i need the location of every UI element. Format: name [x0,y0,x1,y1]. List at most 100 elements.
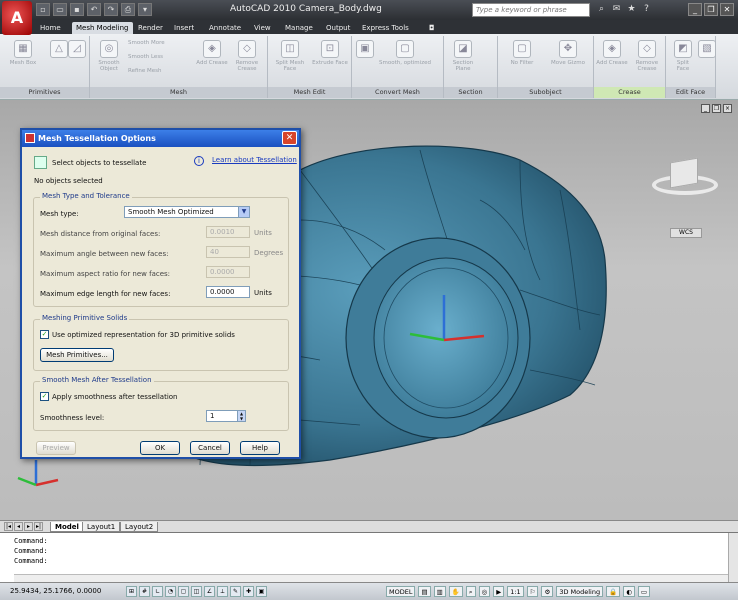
panel-title-subobject[interactable]: Subobject [498,87,593,98]
help-icon[interactable]: ? [641,4,652,15]
prev-tab-icon[interactable]: ◂ [14,522,23,531]
vp-minimize-icon[interactable]: _ [701,104,710,113]
section-plane-button[interactable]: ◪ Section Plane [446,40,480,72]
3d-osnap-icon[interactable]: ◫ [191,586,202,597]
next-tab-icon[interactable]: ▸ [24,522,33,531]
optimized-primitive-checkbox[interactable]: ✓ [40,330,49,339]
tab-express-tools[interactable]: Express Tools [358,22,413,34]
search-input[interactable]: Type a keyword or phrase [472,3,590,17]
mesh-wedge-button[interactable]: ◿ [68,40,86,60]
annotation-scale-dropdown[interactable]: 1:1 [507,586,524,597]
dialog-title-bar[interactable]: Mesh Tessellation Options ✕ [22,130,299,147]
dialog-close-icon[interactable]: ✕ [282,131,297,145]
learn-tessellation-link[interactable]: Learn about Tessellation [212,156,297,164]
help-button[interactable]: Help [240,441,280,455]
viewcube[interactable] [650,150,720,200]
tab-model[interactable]: Model [50,522,84,532]
workspace-switching-icon[interactable]: ⚙ [541,586,554,597]
aspect-field[interactable]: 0.0000 [206,266,250,278]
plot-icon[interactable]: ⎙ [121,3,135,16]
close-icon[interactable]: ✕ [720,3,734,16]
tab-layout2[interactable]: Layout2 [120,522,159,532]
tab-mesh-modeling[interactable]: Mesh Modeling [72,22,133,34]
edit-face-extra-button[interactable]: ▧ [698,40,716,60]
smoothness-stepper[interactable]: 1 ▲ ▼ [206,410,246,422]
remove-crease-button[interactable]: ◇ Remove Crease [230,40,264,72]
preview-button[interactable]: Preview [36,441,76,455]
polar-icon[interactable]: ◔ [165,586,176,597]
binoculars-icon[interactable]: ⌕ [596,4,607,15]
tab-output[interactable]: Output [322,22,354,34]
coordinate-readout[interactable]: 25.9434, 25.1766, 0.0000 [10,587,101,595]
panel-title-primitives[interactable]: Primitives [0,87,89,98]
angle-field[interactable]: 40 [206,246,250,258]
quick-view-layouts-icon[interactable]: ▤ [418,586,431,597]
wcs-menu[interactable]: WCS [670,228,702,238]
osnap-icon[interactable]: ▢ [178,586,189,597]
command-vertical-scrollbar[interactable] [728,533,738,583]
mesh-cone-button[interactable]: △ [50,40,68,60]
panel-title-crease[interactable]: Crease [594,87,665,98]
crease-add-button[interactable]: ◈ Add Crease [596,40,628,66]
save-icon[interactable]: ▪ [70,3,84,16]
mesh-primitives-button[interactable]: Mesh Primitives... [40,348,114,362]
clean-screen-icon[interactable]: ▭ [637,586,651,597]
showmotion-icon[interactable]: ▶ [493,586,505,597]
restore-icon[interactable]: ❐ [704,3,718,16]
add-crease-button[interactable]: ◈ Add Crease [196,40,228,66]
mesh-type-select[interactable]: Smooth Mesh Optimized ▼ [124,206,250,218]
apply-smoothness-checkbox[interactable]: ✓ [40,392,49,401]
dyn-icon[interactable]: ✎ [230,586,241,597]
dropdown-icon[interactable]: ▾ [138,3,152,16]
panel-title-mesh[interactable]: Mesh [90,87,267,98]
smooth-optimized-dropdown[interactable]: ▢ Smooth, optimized [372,40,438,66]
workspace-dropdown[interactable]: 3D Modeling [556,586,604,597]
quick-view-drawings-icon[interactable]: ▥ [433,586,446,597]
zoom-icon[interactable]: ⌕ [465,586,476,597]
redo-icon[interactable]: ↷ [104,3,118,16]
tab-render[interactable]: Render [134,22,167,34]
split-face-button[interactable]: ◩ Split Face [670,40,696,72]
undo-icon[interactable]: ↶ [87,3,101,16]
isolate-icon[interactable]: ◐ [623,586,635,597]
panel-title-convert-mesh[interactable]: Convert Mesh [352,87,443,98]
ducs-icon[interactable]: ⟂ [217,586,228,597]
lock-icon[interactable]: 🔒 [606,586,621,597]
ribbon-toggle-icon[interactable]: ◘ [425,22,439,34]
tab-layout1[interactable]: Layout1 [82,522,121,532]
otrack-icon[interactable]: ∠ [204,586,215,597]
grid-icon[interactable]: # [139,586,150,597]
smooth-less-button[interactable]: Smooth Less [128,54,188,60]
last-tab-icon[interactable]: ▸| [34,522,43,531]
viewcube-cube[interactable] [670,157,698,189]
vp-close-icon[interactable]: × [723,104,732,113]
split-mesh-face-button[interactable]: ◫ Split Mesh Face [272,40,308,72]
snap-icon[interactable]: ⊞ [126,586,137,597]
edge-field[interactable]: 0.0000 [206,286,250,298]
command-window[interactable]: Command: Command: Command: [0,532,738,583]
tab-view[interactable]: View [250,22,275,34]
ok-button[interactable]: OK [140,441,180,455]
panel-title-mesh-edit[interactable]: Mesh Edit [268,87,351,98]
crease-remove-button[interactable]: ◇ Remove Crease [630,40,664,72]
command-prompt[interactable]: Command: [14,557,48,565]
vp-restore-icon[interactable]: ❐ [712,104,721,113]
no-filter-dropdown[interactable]: ▢ No Filter [502,40,542,66]
qp-icon[interactable]: ▣ [256,586,267,597]
minimize-icon[interactable]: _ [688,3,702,16]
move-gizmo-dropdown[interactable]: ✥ Move Gizmo [546,40,590,66]
ortho-icon[interactable]: ∟ [152,586,163,597]
command-horizontal-scrollbar[interactable] [14,574,728,582]
tab-home[interactable]: Home [36,22,65,34]
first-tab-icon[interactable]: |◂ [4,522,13,531]
refine-mesh-button[interactable]: Refine Mesh [128,68,188,74]
pan-icon[interactable]: ✋ [448,586,463,597]
distance-field[interactable]: 0.0010 [206,226,250,238]
smooth-object-button[interactable]: ◎ Smooth Object [94,40,124,72]
new-icon[interactable]: ▫ [36,3,50,16]
panel-title-edit-face[interactable]: Edit Face [666,87,715,98]
star-icon[interactable]: ★ [626,4,637,15]
spin-arrows-icon[interactable]: ▲ ▼ [237,411,245,421]
convert-solid-button[interactable]: ▣ [356,40,374,60]
cancel-button[interactable]: Cancel [190,441,230,455]
